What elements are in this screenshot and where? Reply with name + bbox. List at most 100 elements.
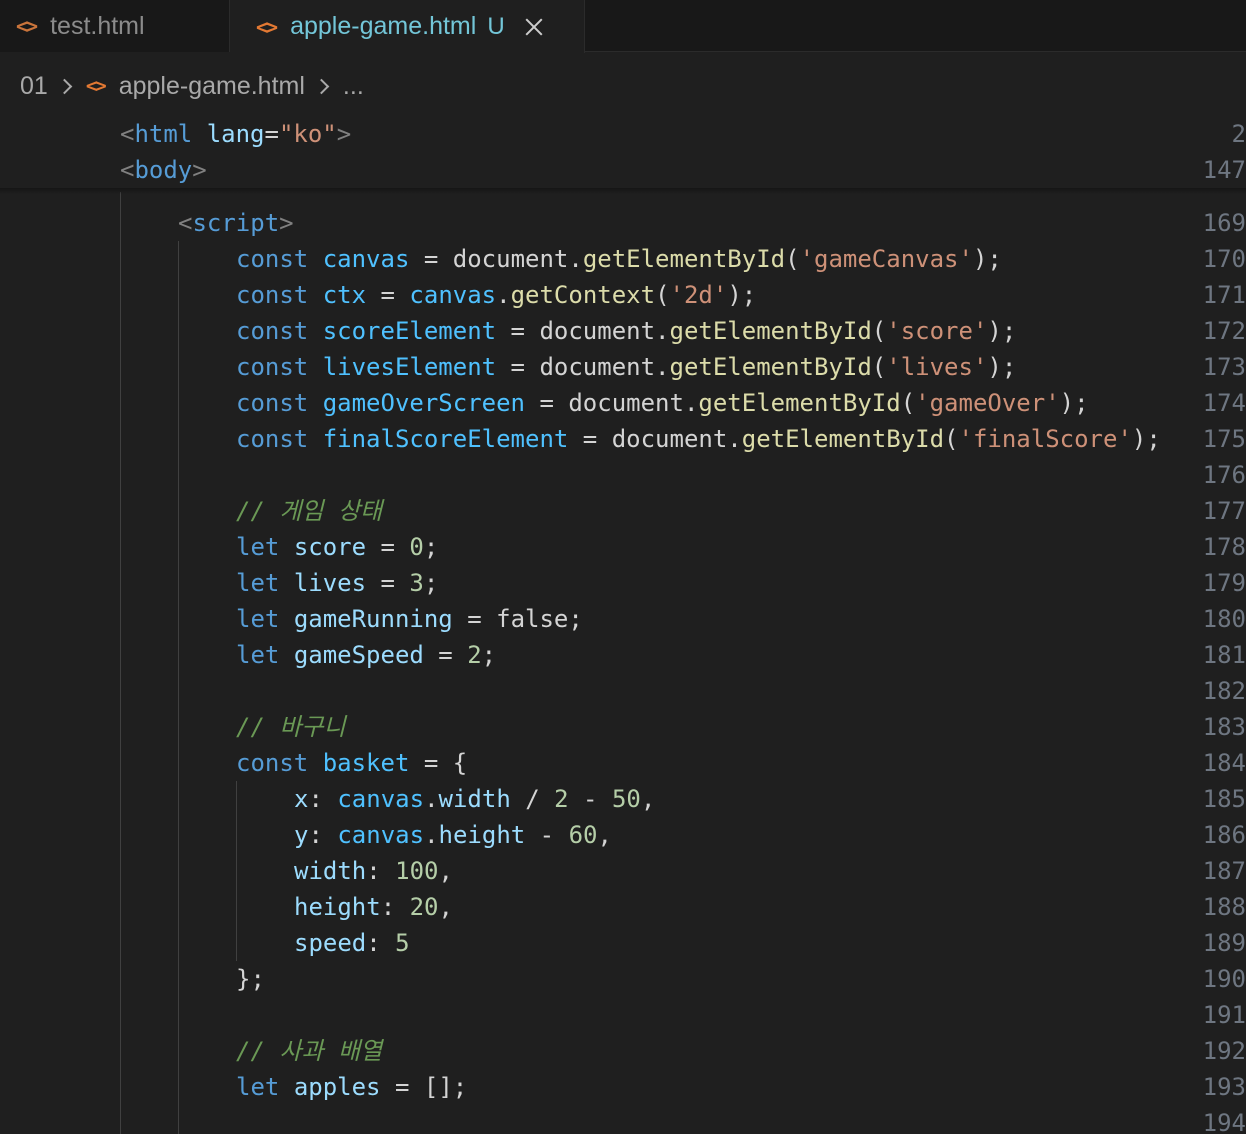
code-token: - [568, 785, 612, 813]
code-token: < [178, 209, 193, 237]
sticky-scroll-shadow [0, 188, 1246, 194]
indent-guide [120, 192, 121, 1134]
code-token: getElementById [582, 245, 786, 273]
code-line[interactable]: <html lang="ko"> [120, 116, 351, 152]
code-comment: // 사과 배열 [236, 1037, 383, 1065]
code-token: canvas [409, 281, 497, 309]
code-token: 50 [611, 785, 641, 813]
code-token: 20 [409, 893, 439, 921]
code-comment: // 게임 상태 [236, 497, 383, 525]
code-token: let [236, 533, 280, 561]
editor-tab-bar: <> test.html <> apple-game.html U [0, 0, 1246, 53]
code-line[interactable]: width: 100, [294, 853, 453, 889]
code-line[interactable]: let gameRunning = false; [236, 601, 583, 637]
breadcrumb-folder[interactable]: 01 [20, 72, 48, 101]
code-token: : [308, 785, 338, 813]
code-token: ); [987, 317, 1017, 345]
close-icon[interactable] [523, 16, 545, 38]
code-token: = [525, 389, 569, 417]
code-line[interactable]: y: canvas.height - 60, [294, 817, 612, 853]
code-token: ( [871, 353, 887, 381]
code-line[interactable]: speed: 5 [294, 925, 410, 961]
code-token: body [134, 156, 193, 184]
tab-test-html[interactable]: <> test.html [0, 0, 230, 52]
code-line[interactable]: const scoreElement = document.getElement… [236, 313, 1016, 349]
code-token: ); [972, 245, 1002, 273]
code-token: ; [481, 641, 497, 669]
html-file-icon: <> [256, 14, 278, 39]
tab-apple-game-html[interactable]: <> apple-game.html U [230, 0, 585, 53]
code-line[interactable]: const livesElement = document.getElement… [236, 349, 1016, 385]
code-token: document. [452, 245, 583, 273]
code-token: getElementById [669, 353, 872, 381]
code-line[interactable]: // 사과 배열 [236, 1033, 382, 1069]
code-line[interactable]: const canvas = document.getElementById('… [236, 241, 1002, 277]
code-token: 'score' [886, 317, 988, 345]
line-number: 174 [1202, 389, 1246, 417]
code-token: 'lives' [886, 353, 988, 381]
code-line[interactable]: <script> [178, 205, 294, 241]
tab-title: apple-game.html [290, 12, 477, 40]
code-line[interactable]: height: 20, [294, 889, 453, 925]
tab-title: test.html [50, 11, 145, 40]
indent-guide-active [236, 781, 237, 961]
code-token: const [236, 317, 309, 345]
breadcrumb-file[interactable]: apple-game.html [119, 72, 305, 101]
code-line[interactable]: // 게임 상태 [236, 493, 382, 529]
code-token: = [409, 749, 453, 777]
line-number: 147 [1202, 156, 1246, 184]
code-line[interactable]: <body> [120, 152, 207, 188]
code-token: const [236, 353, 309, 381]
code-token: canvas [337, 821, 425, 849]
code-line[interactable]: const basket = { [236, 745, 467, 781]
code-token: livesElement [322, 353, 497, 381]
code-line[interactable]: x: canvas.width / 2 - 50, [294, 781, 655, 817]
line-number: 192 [1202, 1037, 1246, 1065]
code-line[interactable]: const ctx = canvas.getContext('2d'); [236, 277, 756, 313]
line-number: 194 [1202, 1109, 1246, 1134]
code-token: const [236, 281, 309, 309]
code-token: = [380, 1073, 424, 1101]
code-token: ( [900, 389, 916, 417]
code-token: ; [423, 533, 439, 561]
code-token: document. [611, 425, 742, 453]
code-line[interactable]: // 바구니 [236, 709, 346, 745]
code-token: gameRunning [293, 605, 453, 633]
line-number: 193 [1202, 1073, 1246, 1101]
line-number: 189 [1202, 929, 1246, 957]
code-token: 'gameOver' [915, 389, 1060, 417]
code-token: width [438, 785, 511, 813]
code-token: x [294, 785, 309, 813]
code-token: "ko" [278, 120, 337, 148]
breadcrumb: 01 <> apple-game.html ... [20, 66, 364, 106]
code-line[interactable]: }; [236, 961, 265, 997]
code-token: , [438, 893, 453, 921]
code-line[interactable]: let lives = 3; [236, 565, 438, 601]
code-editor[interactable]: 2 <html lang="ko"> 147 <body> 169 <script> 17… [0, 112, 1246, 1134]
code-line[interactable]: let gameSpeed = 2; [236, 637, 496, 673]
code-comment: // 바구니 [236, 713, 346, 741]
breadcrumb-symbols[interactable]: ... [343, 72, 364, 101]
code-line[interactable]: let score = 0; [236, 529, 438, 565]
line-number: 178 [1202, 533, 1246, 561]
sticky-scroll[interactable]: 2 <html lang="ko"> 147 <body> [0, 112, 1246, 192]
code-token: ( [655, 281, 670, 309]
chevron-right-icon [313, 78, 330, 94]
html-file-icon: <> [85, 75, 107, 97]
code-token: document. [568, 389, 699, 417]
code-line[interactable]: let apples = []; [236, 1069, 467, 1105]
code-line[interactable]: const finalScoreElement = document.getEl… [236, 421, 1161, 457]
code-token: 'gameCanvas' [799, 245, 973, 273]
code-token: script [192, 209, 280, 237]
code-token: - [525, 821, 569, 849]
code-line[interactable]: const gameOverScreen = document.getEleme… [236, 385, 1089, 421]
line-number: 173 [1202, 353, 1246, 381]
code-token: scoreElement [322, 317, 497, 345]
